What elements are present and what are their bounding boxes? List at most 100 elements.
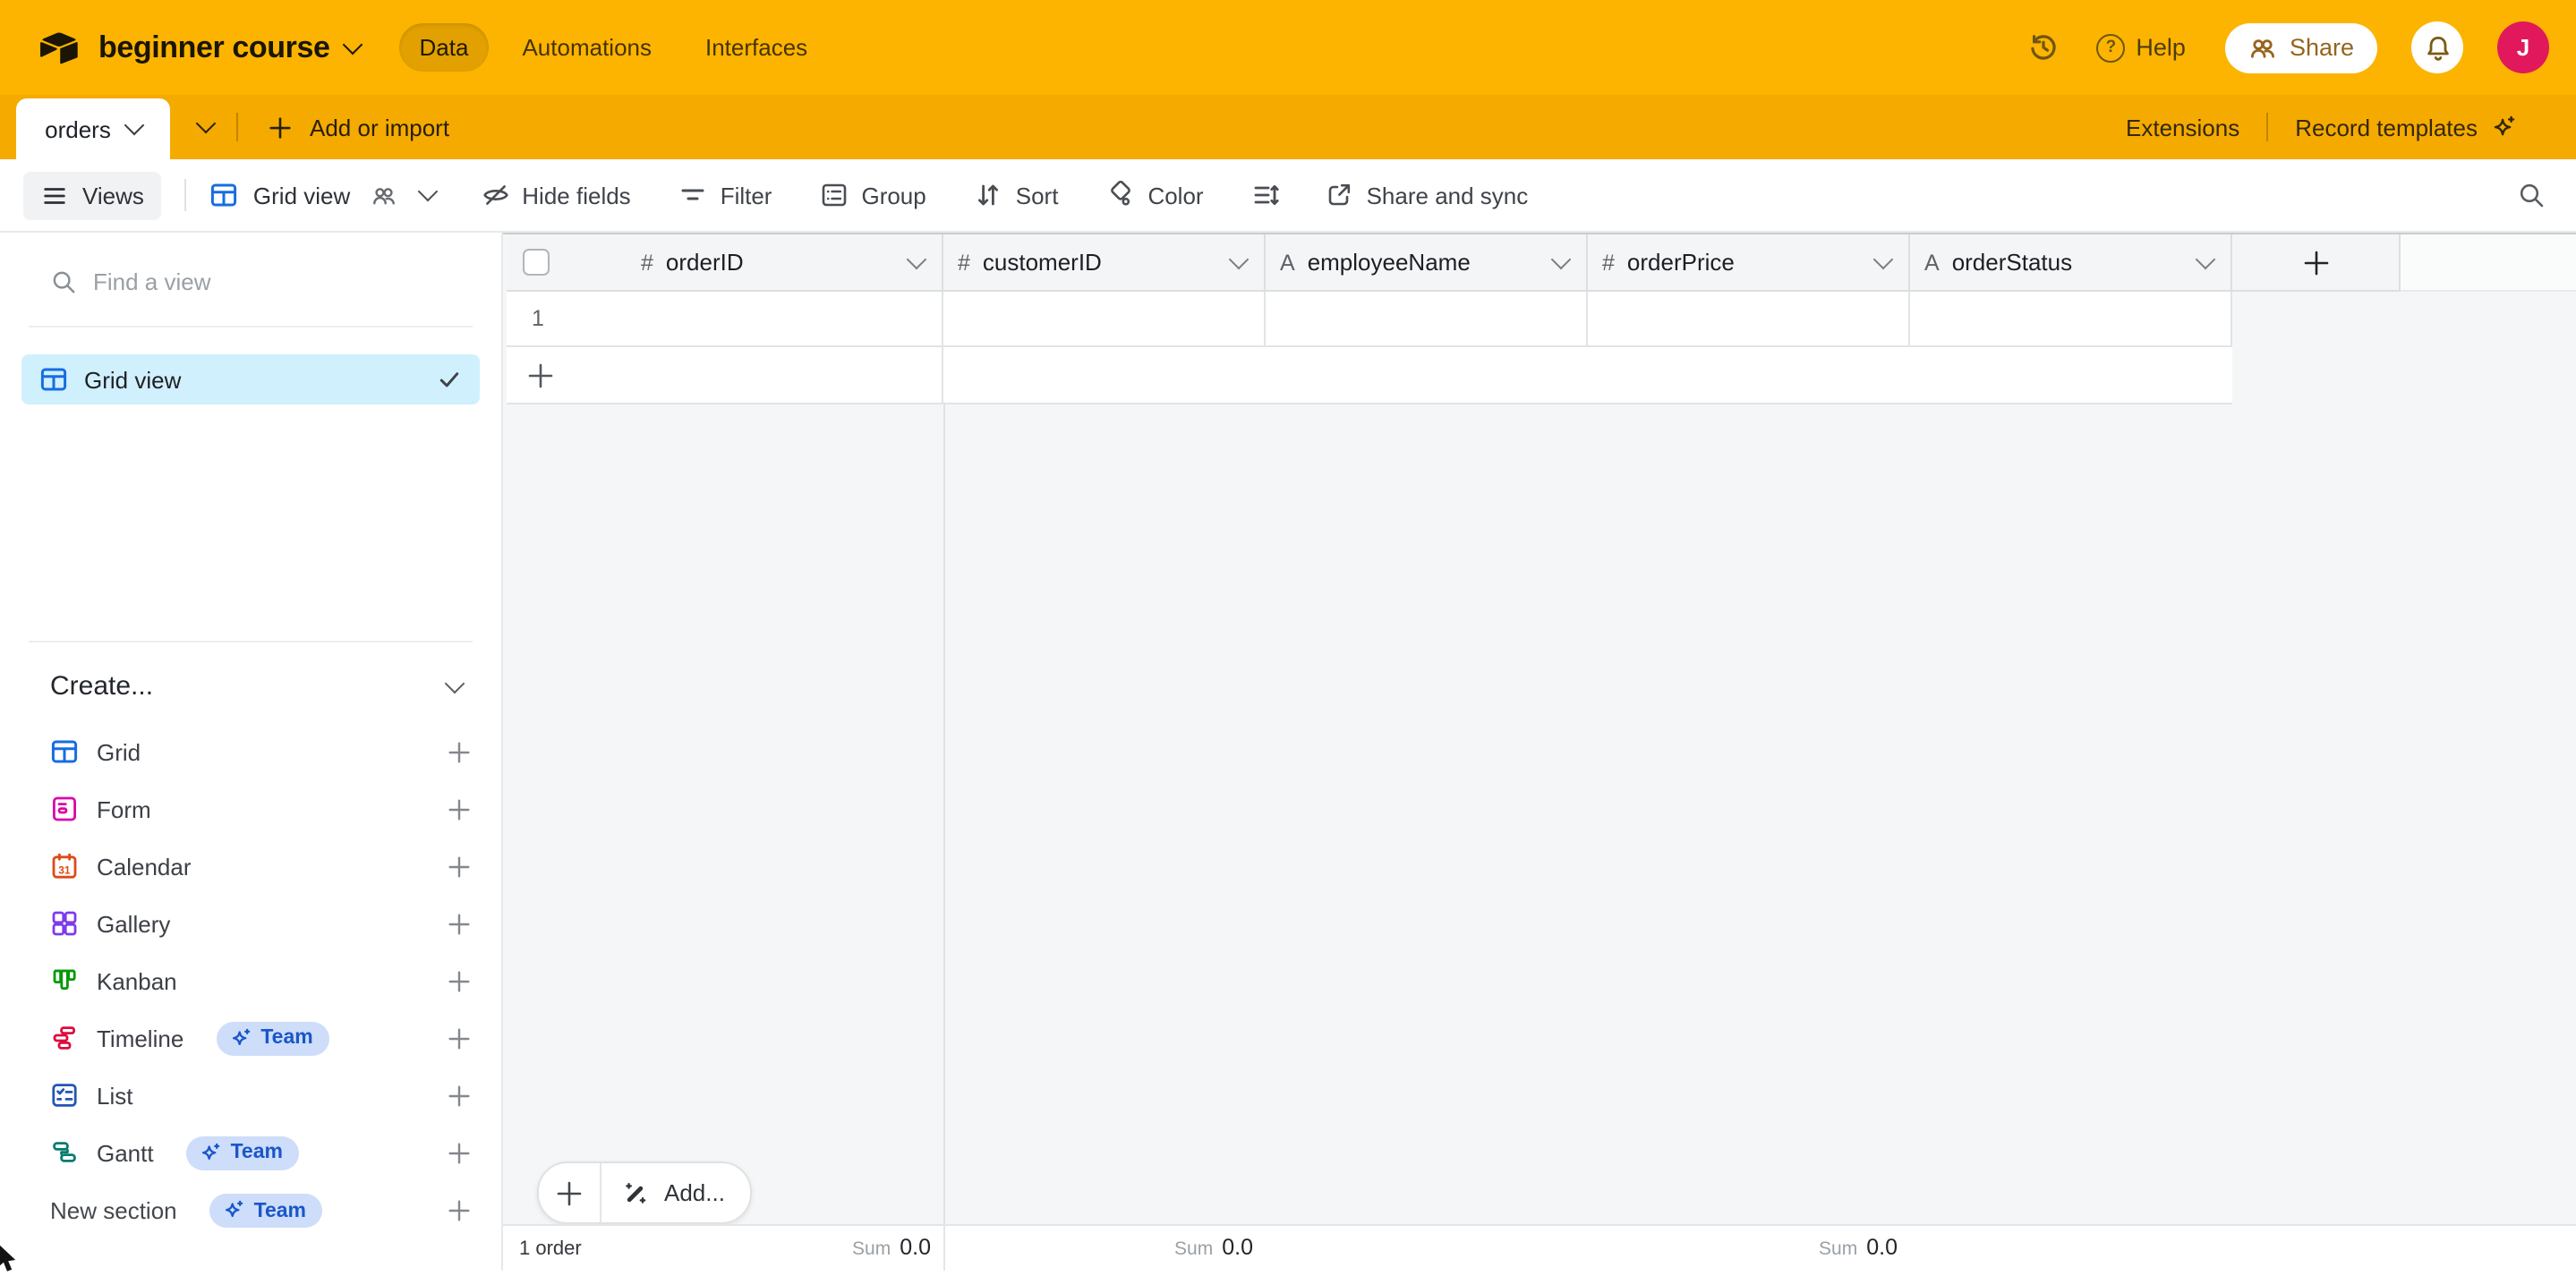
share-button[interactable]: Share	[2225, 22, 2377, 72]
sidebar-item-grid-view[interactable]: Grid view	[21, 354, 480, 404]
add-record-plus-button[interactable]	[539, 1163, 600, 1222]
app: beginner course Data Automations Interfa…	[0, 0, 2576, 1271]
create-heading-row[interactable]: Create...	[0, 642, 501, 723]
grid-view-icon	[210, 181, 239, 209]
grid-view-icon	[39, 365, 68, 394]
add-or-import-button[interactable]: Add or import	[243, 95, 473, 159]
workspace-title[interactable]: beginner course	[98, 30, 330, 65]
plus-icon[interactable]	[446, 967, 473, 994]
sidebar-create-grid[interactable]: Grid	[0, 723, 501, 780]
table-tab-label: orders	[45, 115, 111, 142]
plus-icon[interactable]	[446, 1197, 473, 1224]
plus-icon[interactable]	[446, 738, 473, 765]
eye-off-icon	[481, 181, 509, 209]
view-item-label: Grid view	[84, 366, 421, 393]
plus-icon[interactable]	[446, 1082, 473, 1109]
grid-header-row: # orderID # customerID A employeeName	[507, 234, 2576, 292]
sidebar-create-timeline[interactable]: Timeline Team	[0, 1009, 501, 1067]
team-badge: Team	[209, 1194, 322, 1228]
color-swatch-icon	[1106, 181, 1135, 209]
table-list-chevron-button[interactable]	[175, 95, 236, 159]
share-and-sync-button[interactable]: Share and sync	[1326, 181, 1529, 209]
extensions-button[interactable]: Extensions	[2120, 114, 2245, 140]
sparkle-icon	[228, 1026, 252, 1050]
add-row[interactable]	[507, 347, 2232, 404]
plus-icon	[2301, 248, 2330, 276]
sparkle-icon	[199, 1141, 222, 1164]
grid-main: # orderID # customerID A employeeName	[503, 233, 2576, 1271]
current-view-button[interactable]: Grid view	[210, 181, 434, 209]
sort-button[interactable]: Sort	[975, 181, 1059, 209]
sidebar-create-form[interactable]: Form	[0, 780, 501, 838]
sum-customerID[interactable]: Sum0.0	[943, 1226, 1253, 1271]
add-record-pill: Add...	[537, 1161, 752, 1224]
filter-icon	[679, 181, 708, 209]
field-chevron-down-icon[interactable]	[1551, 249, 1572, 269]
plus-icon[interactable]	[446, 795, 473, 822]
views-button[interactable]: Views	[23, 171, 162, 219]
table-tab-orders[interactable]: orders	[16, 98, 170, 159]
group-button[interactable]: Group	[820, 181, 925, 209]
search-icon[interactable]	[2517, 181, 2546, 209]
bell-icon	[2423, 33, 2452, 62]
field-chevron-down-icon[interactable]	[907, 249, 927, 269]
row-number: 1	[507, 306, 544, 331]
tab-interfaces[interactable]: Interfaces	[686, 23, 827, 72]
notifications-button[interactable]	[2411, 21, 2463, 73]
plus-icon[interactable]	[446, 1025, 473, 1051]
sidebar-create-gantt[interactable]: Gantt Team	[0, 1124, 501, 1181]
sparkle-icon	[2490, 114, 2517, 140]
sidebar-create-gallery[interactable]: Gallery	[0, 895, 501, 952]
history-icon[interactable]	[2028, 32, 2059, 63]
sum-orderPrice[interactable]: Sum0.0	[1588, 1226, 1898, 1271]
ai-add-button[interactable]: Add...	[601, 1178, 750, 1207]
column-header-employeeName[interactable]: A employeeName	[1266, 234, 1588, 292]
cell-orderPrice[interactable]	[1588, 292, 1910, 347]
sidebar-create-kanban[interactable]: Kanban	[0, 952, 501, 1009]
field-chevron-down-icon[interactable]	[1229, 249, 1250, 269]
plus-icon[interactable]	[446, 1139, 473, 1166]
cell-customerID[interactable]	[943, 292, 1266, 347]
top-bar: beginner course Data Automations Interfa…	[0, 0, 2576, 95]
search-icon	[50, 268, 77, 295]
share-people-icon	[2248, 33, 2277, 62]
column-header-customerID[interactable]: # customerID	[943, 234, 1266, 292]
cell-employeeName[interactable]	[1266, 292, 1588, 347]
create-heading: Create...	[50, 671, 448, 702]
record-templates-button[interactable]: Record templates	[2290, 114, 2522, 140]
airtable-logo-icon[interactable]	[38, 30, 81, 65]
sidebar-create-new-section[interactable]: New section Team	[0, 1181, 501, 1240]
table-row[interactable]: 1	[507, 292, 2232, 347]
table-chevron-down-icon	[124, 115, 145, 136]
view-chevron-down-icon	[417, 182, 438, 202]
plus-icon[interactable]	[446, 910, 473, 937]
cell-orderStatus[interactable]	[1910, 292, 2232, 347]
sum-orderID[interactable]: Sum0.0	[507, 1226, 931, 1271]
team-badge: Team	[216, 1021, 328, 1055]
plus-icon[interactable]	[446, 853, 473, 880]
hide-fields-button[interactable]: Hide fields	[481, 181, 630, 209]
tab-data[interactable]: Data	[400, 23, 489, 72]
field-chevron-down-icon[interactable]	[1873, 249, 1894, 269]
sidebar-create-calendar[interactable]: 31 Calendar	[0, 838, 501, 895]
color-button[interactable]: Color	[1106, 181, 1203, 209]
workspace-chevron-down-icon[interactable]	[343, 34, 363, 55]
divider	[185, 179, 187, 211]
column-header-orderStatus[interactable]: A orderStatus	[1910, 234, 2232, 292]
filter-button[interactable]: Filter	[679, 181, 772, 209]
header-filler	[2401, 234, 2576, 292]
text-field-icon: A	[1924, 250, 1940, 275]
row-height-button[interactable]	[1252, 181, 1281, 209]
sidebar-create-list[interactable]: List	[0, 1067, 501, 1124]
select-all-checkbox[interactable]	[523, 249, 550, 276]
tab-automations[interactable]: Automations	[502, 23, 671, 72]
find-view-input[interactable]	[93, 268, 473, 295]
column-header-orderPrice[interactable]: # orderPrice	[1588, 234, 1910, 292]
add-row-plus-icon[interactable]	[507, 361, 555, 389]
help-button[interactable]: ? Help	[2096, 33, 2186, 62]
list-icon	[50, 1081, 79, 1110]
avatar[interactable]: J	[2497, 21, 2549, 73]
column-header-orderID[interactable]: # orderID	[507, 234, 943, 292]
field-chevron-down-icon[interactable]	[2196, 249, 2216, 269]
add-field-button[interactable]	[2232, 234, 2401, 292]
